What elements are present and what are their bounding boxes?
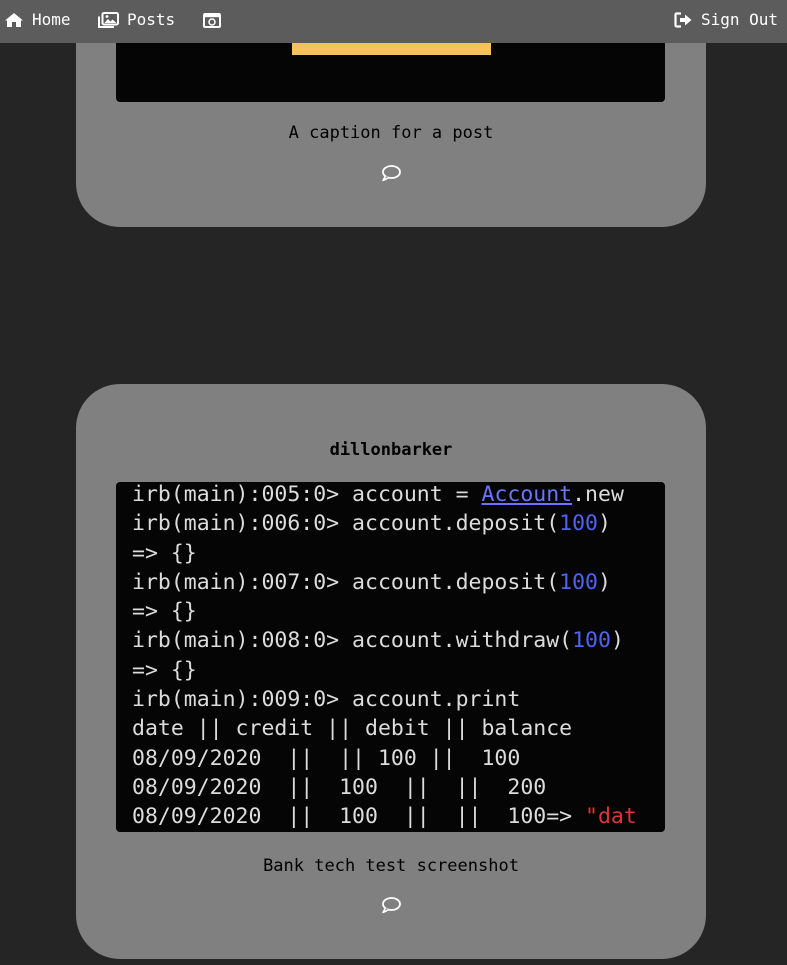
post-caption: A caption for a post: [288, 123, 494, 143]
nav-sign-out-label: Sign Out: [700, 10, 778, 29]
top-navbar: Home Posts Sign Out: [0, 0, 787, 43]
terminal-text: irb(main):009:0> account.print: [132, 687, 521, 713]
comment-icon[interactable]: [380, 896, 402, 916]
terminal-text: .new: [572, 482, 624, 507]
terminal-text: 100: [559, 569, 598, 595]
terminal-text: => {}: [132, 540, 197, 566]
terminal-text: 100: [559, 511, 598, 537]
terminal-text: 08/09/2020 || 100 || || 100=>: [132, 804, 586, 830]
terminal-text: "dat: [585, 804, 637, 830]
terminal-text: Account: [481, 482, 573, 507]
terminal-text: ): [598, 569, 611, 595]
sign-out-icon: [674, 11, 693, 28]
terminal-screenshot: irb(main):005:0> account = Account.new ir…: [116, 482, 665, 832]
post-username[interactable]: dillonbarker: [76, 440, 706, 460]
nav-home-link[interactable]: Home: [4, 0, 71, 39]
terminal-text: => {}: [132, 599, 197, 625]
terminal-text: irb(main):008:0> account.withdraw(: [132, 628, 573, 654]
terminal-text: irb(main):006:0> account.deposit(: [132, 511, 560, 537]
terminal-text: irb(main):007:0> account.deposit(: [132, 569, 560, 595]
terminal-line: 08/09/2020 || 100 || || 200: [132, 773, 665, 802]
terminal-line: 08/09/2020 || 100 || || 100=> "dat: [132, 802, 665, 831]
terminal-text: date || credit || debit || balance: [132, 716, 573, 742]
terminal-line: => {}: [132, 539, 665, 568]
terminal-line: irb(main):008:0> account.withdraw(100): [132, 626, 665, 655]
terminal-line: irb(main):009:0> account.print: [132, 685, 665, 714]
post-card: dillonbarker irb(main):005:0> account = …: [76, 384, 706, 959]
terminal-line: => {}: [132, 597, 665, 626]
terminal-text: => {}: [132, 657, 197, 683]
terminal-text: 08/09/2020 || || 100 || 100: [132, 745, 521, 771]
comment-icon[interactable]: [380, 164, 402, 184]
camera-icon: [203, 12, 221, 28]
terminal-line: date || credit || debit || balance: [132, 714, 665, 743]
nav-home-label: Home: [32, 10, 71, 29]
terminal-line: => {}: [132, 656, 665, 685]
post-image[interactable]: irb(main):005:0> account = Account.new ir…: [116, 482, 665, 832]
terminal-text: irb(main):005:0> account =: [132, 482, 482, 507]
terminal-line: irb(main):006:0> account.deposit(100): [132, 509, 665, 538]
terminal-line: irb(main):007:0> account.deposit(100): [132, 568, 665, 597]
nav-sign-out-link[interactable]: Sign Out: [674, 0, 778, 39]
terminal-text: 08/09/2020 || 100 || || 200: [132, 774, 547, 800]
nav-new-post-link[interactable]: [203, 0, 229, 39]
terminal-text: ): [610, 628, 624, 654]
nav-posts-label: Posts: [127, 10, 176, 29]
terminal-text: 100: [572, 628, 611, 654]
images-icon: [98, 11, 119, 28]
terminal-line: irb(main):005:0> account = Account.new: [132, 482, 665, 509]
terminal-text: ): [598, 511, 611, 537]
terminal-line: 08/09/2020 || || 100 || 100: [132, 744, 665, 773]
post-caption: Bank tech test screenshot: [263, 856, 519, 876]
nav-posts-link[interactable]: Posts: [98, 0, 175, 39]
home-icon: [4, 12, 24, 28]
